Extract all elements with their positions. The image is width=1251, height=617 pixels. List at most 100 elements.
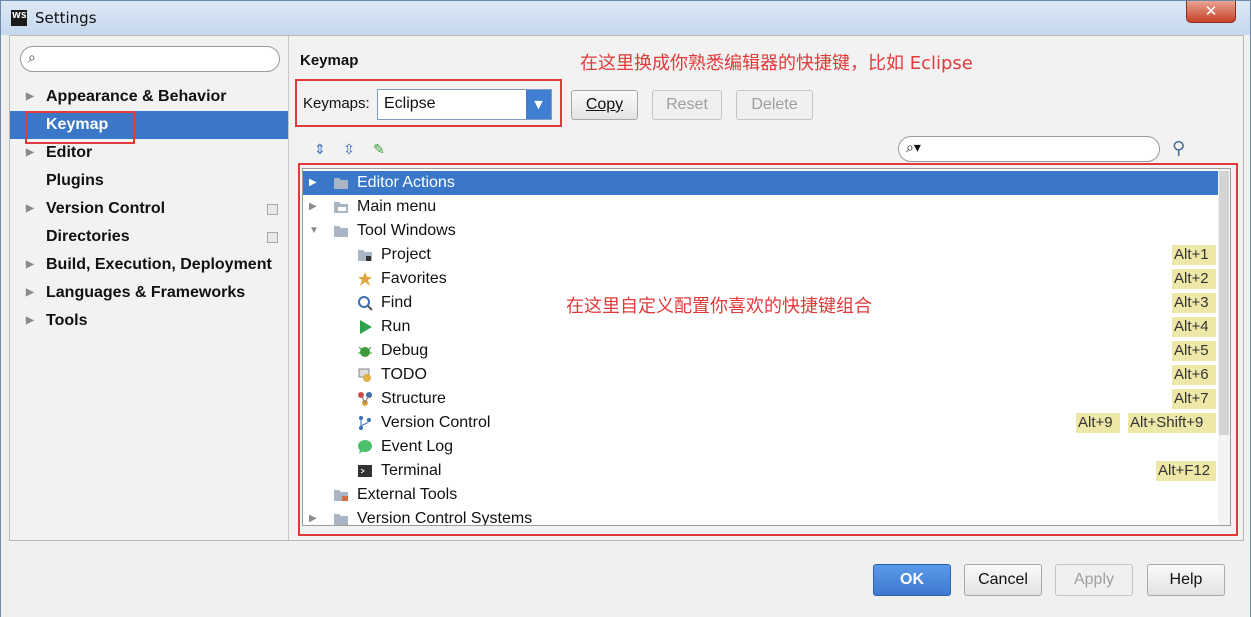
expand-all-icon[interactable]: ⇕ bbox=[310, 140, 330, 160]
tree-row-label: Terminal bbox=[381, 462, 442, 479]
todo-icon bbox=[357, 367, 373, 383]
help-button[interactable]: Help bbox=[1147, 564, 1225, 596]
tree-row-label: External Tools bbox=[357, 486, 458, 503]
chevron-right-icon[interactable]: ▶ bbox=[309, 195, 317, 219]
apply-button[interactable]: Apply bbox=[1055, 564, 1133, 596]
tree-row-label: Editor Actions bbox=[357, 174, 455, 191]
run-icon bbox=[357, 319, 373, 335]
dialog-footer: OK Cancel Apply Help bbox=[1, 542, 1250, 617]
search-icon: ⌕ bbox=[28, 50, 36, 66]
project-settings-icon bbox=[267, 204, 278, 215]
shortcut-badge: Alt+1 bbox=[1172, 245, 1216, 265]
sidebar-item-languages-frameworks[interactable]: ▶ Languages & Frameworks bbox=[10, 279, 288, 307]
search-icon: ⌕▾ bbox=[906, 140, 921, 156]
tree-row-label: Run bbox=[381, 318, 411, 335]
tree-row-label: TODO bbox=[381, 366, 427, 383]
sidebar-search-input[interactable] bbox=[49, 50, 269, 68]
branch-icon bbox=[357, 415, 373, 431]
chevron-right-icon[interactable]: ▶ bbox=[26, 307, 34, 335]
chevron-right-icon[interactable]: ▶ bbox=[26, 83, 34, 111]
tree-row[interactable]: TODO Alt+6 bbox=[303, 363, 1218, 387]
chevron-down-icon[interactable]: ▼ bbox=[309, 219, 319, 243]
ok-button[interactable]: OK bbox=[873, 564, 951, 596]
scrollbar-thumb[interactable] bbox=[1219, 171, 1229, 435]
page-title: Keymap bbox=[300, 52, 359, 69]
tree-row[interactable]: ▶ Main menu bbox=[303, 195, 1218, 219]
actions-tree: ▶ Editor Actions ▶ Main menu ▼ Tool Windows Pr… bbox=[302, 168, 1231, 526]
sidebar-item-tools[interactable]: ▶ Tools bbox=[10, 307, 288, 335]
reset-button[interactable]: Reset bbox=[652, 90, 722, 120]
tree-row[interactable]: ▼ Tool Windows bbox=[303, 219, 1218, 243]
folder-icon bbox=[333, 511, 349, 525]
sidebar-item-label: Version Control bbox=[46, 200, 166, 217]
tree-row[interactable]: ▶ Editor Actions bbox=[303, 171, 1218, 195]
tree-scrollbar[interactable] bbox=[1218, 169, 1230, 525]
window-title: Settings bbox=[35, 9, 97, 27]
chevron-right-icon[interactable]: ▶ bbox=[309, 507, 317, 525]
tree-row-label: Find bbox=[381, 294, 413, 311]
keymap-select-value: Eclipse bbox=[384, 95, 436, 112]
project-settings-icon bbox=[267, 232, 278, 243]
copy-button[interactable]: Copy bbox=[571, 90, 638, 120]
sidebar-item-editor[interactable]: ▶ Editor bbox=[10, 139, 288, 167]
chevron-right-icon[interactable]: ▶ bbox=[26, 279, 34, 307]
sidebar-item-directories[interactable]: Directories bbox=[10, 223, 288, 251]
tree-row[interactable]: Version Control Alt+Shift+9 Alt+9 bbox=[303, 411, 1218, 435]
tools-folder-icon bbox=[333, 487, 349, 503]
tree-row[interactable]: Run Alt+4 bbox=[303, 315, 1218, 339]
sidebar-item-appearance-behavior[interactable]: ▶ Appearance & Behavior bbox=[10, 83, 288, 111]
settings-body: ⌕ ▶ Appearance & Behavior Keymap ▶ Editor Plu… bbox=[9, 35, 1244, 541]
tree-row[interactable]: Structure Alt+7 bbox=[303, 387, 1218, 411]
edit-pencil-icon[interactable]: ✎ bbox=[369, 140, 389, 160]
tree-search[interactable]: ⌕▾ bbox=[898, 136, 1160, 162]
chevron-right-icon[interactable]: ▶ bbox=[26, 251, 34, 279]
find-icon bbox=[357, 295, 373, 311]
settings-window: WS Settings ✕ ⌕ ▶ Appearance & Behavior Ke… bbox=[0, 0, 1251, 617]
tree-row[interactable]: External Tools bbox=[303, 483, 1218, 507]
sidebar-item-label: Editor bbox=[46, 144, 93, 161]
shortcut-badge: Alt+F12 bbox=[1156, 461, 1216, 481]
sidebar-search[interactable]: ⌕ bbox=[20, 46, 280, 72]
tree-row-label: Favorites bbox=[381, 270, 447, 287]
folder-icon bbox=[333, 175, 349, 191]
find-by-shortcut-icon[interactable]: ⚲ bbox=[1172, 138, 1185, 159]
structure-icon bbox=[357, 391, 373, 407]
debug-icon bbox=[357, 343, 373, 359]
star-icon bbox=[357, 271, 373, 287]
sidebar-item-build-execution-deployment[interactable]: ▶ Build, Execution, Deployment bbox=[10, 251, 288, 279]
sidebar-item-label: Directories bbox=[46, 228, 130, 245]
sidebar-item-label: Plugins bbox=[46, 172, 104, 189]
sidebar-item-version-control[interactable]: ▶ Version Control bbox=[10, 195, 288, 223]
tree-search-input[interactable] bbox=[929, 140, 1151, 158]
tree-row[interactable]: Favorites Alt+2 bbox=[303, 267, 1218, 291]
annotation-text-middle: 在这里自定义配置你喜欢的快捷键组合 bbox=[566, 296, 872, 317]
chevron-right-icon[interactable]: ▶ bbox=[26, 195, 34, 223]
annotation-text-top: 在这里换成你熟悉编辑器的快捷键，比如 Eclipse bbox=[580, 53, 973, 74]
chevron-down-icon[interactable]: ▼ bbox=[526, 90, 551, 119]
cancel-button[interactable]: Cancel bbox=[964, 564, 1042, 596]
tree-row[interactable]: ▶ Version Control Systems bbox=[303, 507, 1218, 525]
tree-row[interactable]: Terminal Alt+F12 bbox=[303, 459, 1218, 483]
webstorm-logo-icon: WS bbox=[11, 10, 27, 26]
keymaps-label: Keymaps: bbox=[303, 95, 370, 112]
tree-row[interactable]: Event Log bbox=[303, 435, 1218, 459]
tree-row[interactable]: Project Alt+1 bbox=[303, 243, 1218, 267]
sidebar-item-plugins[interactable]: Plugins bbox=[10, 167, 288, 195]
tree-row[interactable]: Debug Alt+5 bbox=[303, 339, 1218, 363]
sidebar-item-keymap[interactable]: Keymap bbox=[10, 111, 288, 139]
title-bar: WS Settings ✕ bbox=[1, 1, 1250, 35]
folder-icon bbox=[333, 223, 349, 239]
tree-row-label: Debug bbox=[381, 342, 429, 359]
settings-sidebar: ⌕ ▶ Appearance & Behavior Keymap ▶ Editor Plu… bbox=[10, 36, 289, 540]
sidebar-item-label: Languages & Frameworks bbox=[46, 284, 246, 301]
menu-folder-icon bbox=[333, 199, 349, 215]
delete-button[interactable]: Delete bbox=[736, 90, 813, 120]
keymap-select[interactable]: Eclipse ▼ bbox=[377, 89, 552, 120]
chevron-right-icon[interactable]: ▶ bbox=[309, 171, 317, 195]
tree-row-label: Structure bbox=[381, 390, 446, 407]
sidebar-item-label: Keymap bbox=[46, 116, 109, 133]
collapse-all-icon[interactable]: ⇳ bbox=[339, 140, 359, 160]
close-button[interactable]: ✕ bbox=[1186, 1, 1236, 23]
chevron-right-icon[interactable]: ▶ bbox=[26, 139, 34, 167]
shortcut-badge: Alt+2 bbox=[1172, 269, 1216, 289]
